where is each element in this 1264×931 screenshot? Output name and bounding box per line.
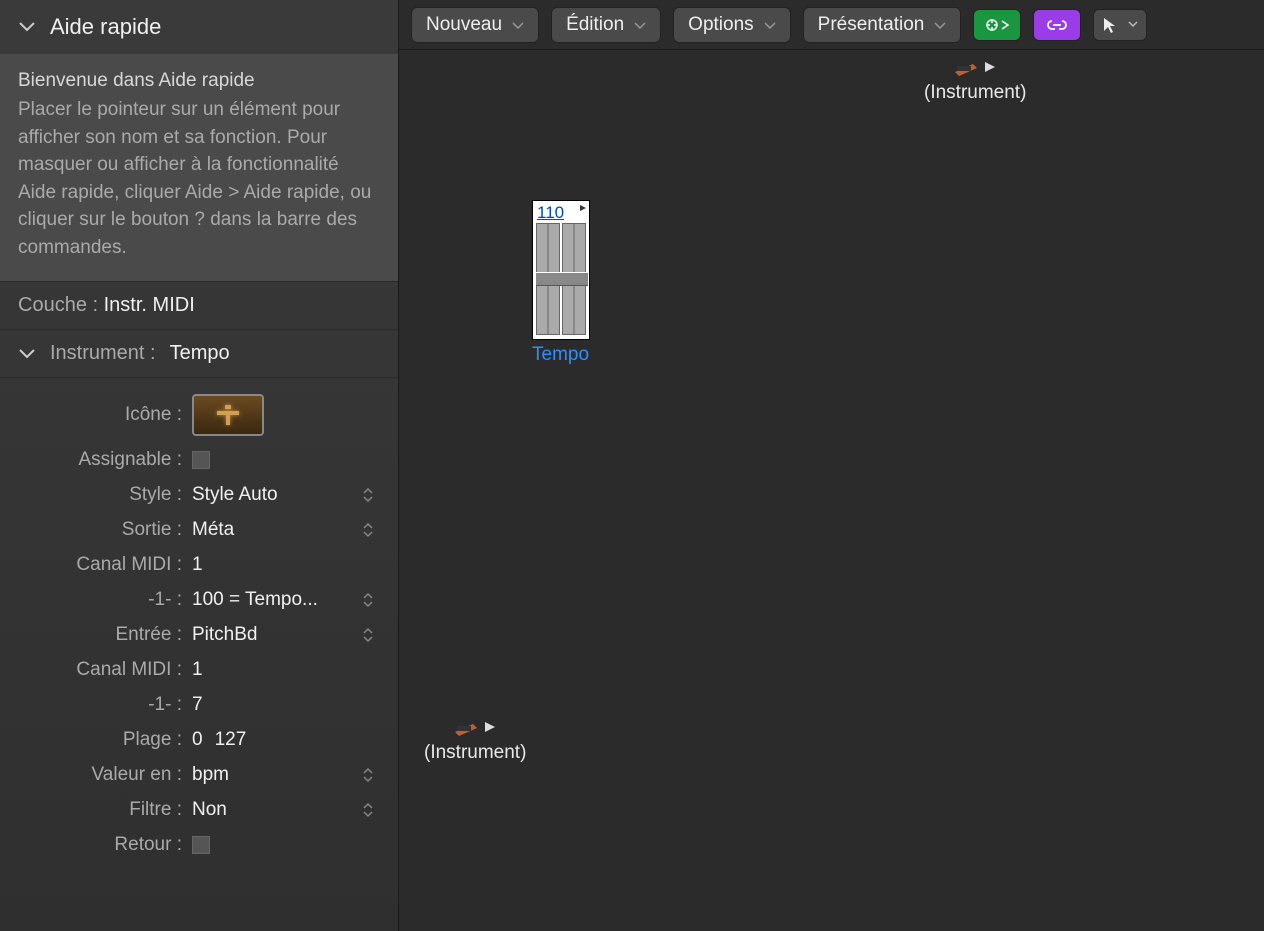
return-checkbox[interactable] — [192, 836, 210, 854]
instrument-b-label: (Instrument) — [424, 742, 526, 764]
fader-handle-left[interactable] — [536, 272, 562, 286]
properties-list: Icône : Assignable : Style : Style Auto — [0, 378, 398, 862]
synth-icon — [953, 58, 979, 76]
prop-label-midi2: Canal MIDI : — [18, 659, 192, 681]
prop-range[interactable]: Plage : 0 127 — [0, 722, 398, 757]
prop-midi-ch-1[interactable]: Canal MIDI : 1 — [0, 547, 398, 582]
tempo-value[interactable]: 110 — [537, 203, 564, 223]
prop-label-input: Entrée : — [18, 624, 192, 646]
chevron-down-icon — [18, 18, 36, 36]
prop-midi-ch-2[interactable]: Canal MIDI : 1 — [0, 652, 398, 687]
inspector-sidebar: Aide rapide Bienvenue dans Aide rapide P… — [0, 0, 399, 931]
instrument-object-b[interactable]: (Instrument) — [424, 718, 526, 764]
icon-picker[interactable] — [192, 394, 264, 436]
triangle-right-icon — [483, 721, 497, 733]
prop-value-style[interactable]: Style Auto — [192, 484, 380, 506]
prop-value-input[interactable]: PitchBd — [192, 624, 380, 646]
prop-value-valuein[interactable]: bpm — [192, 764, 380, 786]
prop-value-filter[interactable]: Non — [192, 799, 380, 821]
range-min[interactable]: 0 — [192, 729, 203, 751]
prop-label-midi1: Canal MIDI : — [18, 554, 192, 576]
quick-help-header[interactable]: Aide rapide — [0, 0, 398, 54]
stepper-icon[interactable] — [362, 520, 378, 540]
menu-edit[interactable]: Édition — [551, 7, 661, 43]
quick-help-welcome: Bienvenue dans Aide rapide — [18, 70, 380, 92]
cursor-icon — [1102, 16, 1116, 34]
prop-label-output: Sortie : — [18, 519, 192, 541]
chevron-down-icon — [18, 345, 36, 363]
midi-activity-button[interactable] — [973, 9, 1021, 41]
prop-filter[interactable]: Filtre : Non — [0, 792, 398, 827]
prop-label-minus1b: -1- : — [18, 694, 192, 716]
instrument-value: Tempo — [170, 342, 230, 365]
chevron-down-icon — [512, 14, 524, 36]
prop-minus1-1[interactable]: -1- : 100 = Tempo... — [0, 582, 398, 617]
prop-label-minus1a: -1- : — [18, 589, 192, 611]
link-button[interactable] — [1033, 9, 1081, 41]
prop-minus1-2[interactable]: -1- : 7 — [0, 687, 398, 722]
toolbar: Nouveau Édition Options Présentation — [399, 0, 1264, 50]
environment-canvas[interactable]: (Instrument) 110 Tempo — [399, 50, 1264, 931]
stepper-icon[interactable] — [362, 590, 378, 610]
menu-options[interactable]: Options — [673, 7, 790, 43]
prop-icon[interactable]: Icône : — [0, 388, 398, 442]
prop-label-style: Style : — [18, 484, 192, 506]
stepper-icon[interactable] — [362, 625, 378, 645]
prop-style[interactable]: Style : Style Auto — [0, 477, 398, 512]
prop-value-midi1[interactable]: 1 — [192, 554, 380, 576]
instrument-label: Instrument : — [50, 342, 156, 365]
layer-value: Instr. MIDI — [104, 294, 195, 316]
prop-value-output[interactable]: Méta — [192, 519, 380, 541]
tool-pointer[interactable] — [1093, 9, 1147, 41]
layer-label: Couche : — [18, 294, 98, 316]
prop-assignable[interactable]: Assignable : — [0, 442, 398, 477]
layer-row[interactable]: Couche : Instr. MIDI — [0, 282, 398, 330]
synth-icon — [453, 718, 479, 736]
chevron-down-icon — [764, 14, 776, 36]
quick-help-title: Aide rapide — [50, 14, 161, 40]
prop-input[interactable]: Entrée : PitchBd — [0, 617, 398, 652]
stepper-icon[interactable] — [362, 800, 378, 820]
tempo-label: Tempo — [532, 344, 590, 366]
tempo-fader-object[interactable]: 110 Tempo — [532, 200, 590, 366]
prop-label-range: Plage : — [18, 729, 192, 751]
chevron-down-icon — [1128, 21, 1138, 28]
menu-new[interactable]: Nouveau — [411, 7, 539, 43]
instrument-header[interactable]: Instrument : Tempo — [0, 330, 398, 378]
triangle-right-icon — [579, 204, 587, 212]
prop-label-valuein: Valeur en : — [18, 764, 192, 786]
quick-help-text: Placer le pointeur sur un élément pour a… — [18, 96, 380, 261]
chevron-down-icon — [634, 14, 646, 36]
quick-help-body: Bienvenue dans Aide rapide Placer le poi… — [0, 54, 398, 282]
menu-presentation[interactable]: Présentation — [803, 7, 962, 43]
prop-value-midi2[interactable]: 1 — [192, 659, 380, 681]
prop-label-assignable: Assignable : — [18, 449, 192, 471]
prop-label-icon: Icône : — [18, 404, 192, 426]
stepper-icon[interactable] — [362, 485, 378, 505]
stepper-icon[interactable] — [362, 765, 378, 785]
prop-label-filter: Filtre : — [18, 799, 192, 821]
triangle-right-icon — [983, 61, 997, 73]
fader-handle-right[interactable] — [562, 272, 588, 286]
prop-value-minus1b[interactable]: 7 — [192, 694, 380, 716]
assignable-checkbox[interactable] — [192, 451, 210, 469]
environment-canvas-area: Nouveau Édition Options Présentation — [399, 0, 1264, 931]
chevron-down-icon — [934, 14, 946, 36]
prop-output[interactable]: Sortie : Méta — [0, 512, 398, 547]
prop-value-minus1a[interactable]: 100 = Tempo... — [192, 589, 380, 611]
range-max[interactable]: 127 — [215, 729, 247, 751]
prop-label-return: Retour : — [18, 834, 192, 856]
prop-return[interactable]: Retour : — [0, 827, 398, 862]
instrument-object-a[interactable]: (Instrument) — [924, 58, 1026, 104]
instrument-a-label: (Instrument) — [924, 82, 1026, 104]
prop-value-in[interactable]: Valeur en : bpm — [0, 757, 398, 792]
